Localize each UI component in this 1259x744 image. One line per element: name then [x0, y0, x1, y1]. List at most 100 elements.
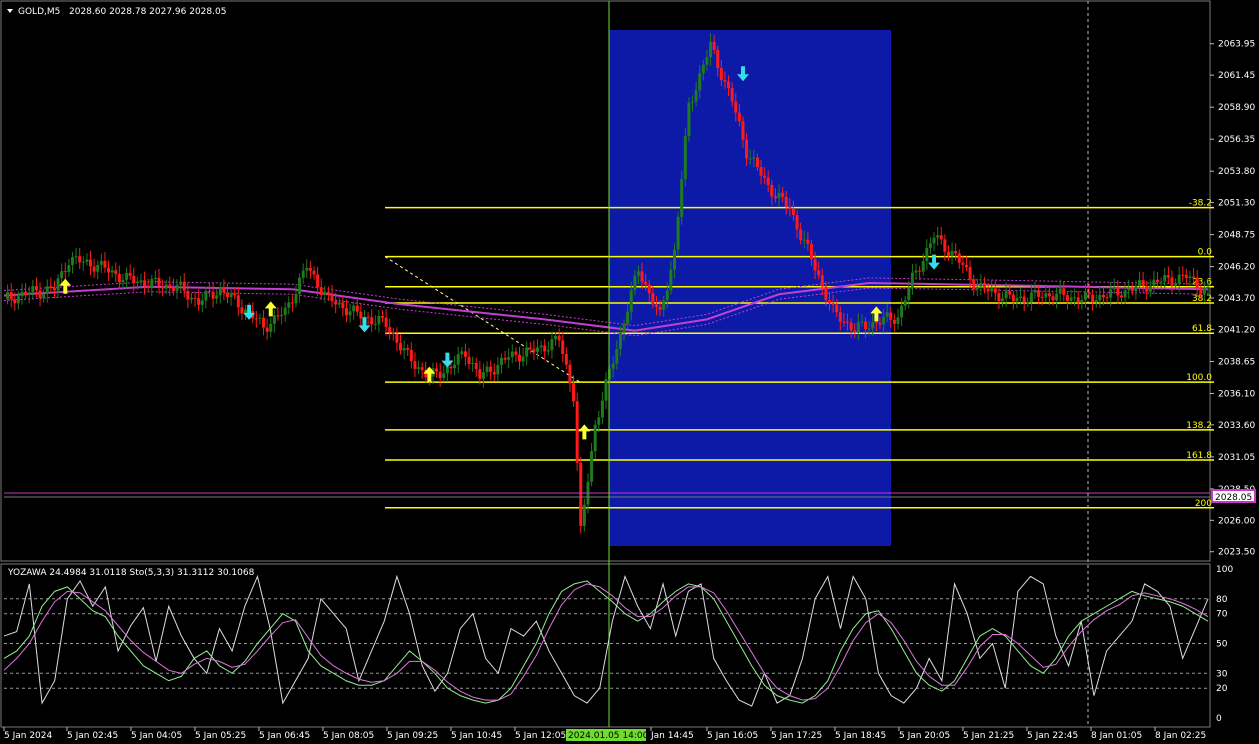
candle-body — [730, 87, 734, 102]
candle-body — [1202, 287, 1206, 294]
chart-menu-icon[interactable] — [7, 9, 13, 13]
candle-body — [1001, 298, 1005, 302]
candle-body — [377, 316, 381, 324]
candle-body — [481, 372, 485, 379]
candle-body — [1127, 288, 1131, 291]
candle-body — [89, 259, 93, 267]
candle-body — [24, 291, 28, 295]
price-axis-label: 2026.00 — [1218, 516, 1255, 526]
fib-level-label: 0.0 — [1198, 248, 1213, 258]
candle-body — [34, 286, 38, 291]
candle-body — [453, 364, 457, 369]
trading-chart[interactable]: -38.20.023.638.261.8100.0138.2161.8200 G… — [0, 0, 1259, 744]
candle-body — [38, 290, 42, 298]
candle-body — [946, 251, 950, 256]
candle-body — [1109, 289, 1113, 298]
indicator-axis-label: 100 — [1216, 565, 1233, 575]
candle-body — [983, 282, 987, 289]
candle-body — [449, 366, 453, 369]
candle-body — [1184, 274, 1188, 278]
candle-body — [197, 298, 201, 305]
candle-body — [99, 260, 103, 265]
candle-body — [669, 269, 673, 291]
time-axis[interactable]: 5 Jan 2024 5 Jan 02:45 5 Jan 04:05 5 Jan 05… — [3, 727, 1206, 741]
candle-body — [409, 349, 413, 362]
candle-body — [9, 292, 13, 300]
candle-body — [359, 311, 363, 319]
candle-body — [13, 299, 17, 304]
indicator-axis-label: 50 — [1216, 640, 1228, 650]
time-axis-label: 5 Jan 09:25 — [387, 731, 438, 741]
candle-body — [550, 339, 554, 351]
sell-arrow-icon — [441, 352, 454, 368]
candle-body — [910, 272, 914, 288]
candle-body — [45, 286, 49, 294]
candle-body — [701, 64, 705, 74]
price-axis-label: 2053.80 — [1218, 167, 1255, 177]
price-axis[interactable]: 2063.95 2061.45 2058.90 2056.35 2053.80 2051.… — [1210, 40, 1255, 558]
candle-body — [1206, 286, 1210, 288]
candle-body — [694, 90, 698, 102]
candle-body — [557, 335, 561, 341]
candle-body — [110, 270, 114, 273]
candle-body — [864, 321, 868, 330]
candle-body — [132, 275, 136, 284]
candle-body — [305, 267, 309, 271]
candle-body — [907, 287, 911, 301]
candle-body — [417, 367, 421, 369]
candle-body — [272, 315, 276, 324]
time-axis-label: 5 Jan 02:45 — [67, 731, 118, 741]
candle-body — [644, 281, 648, 285]
time-axis-label: 5 Jan 16:05 — [707, 731, 758, 741]
price-axis-label: 2051.30 — [1218, 199, 1255, 209]
price-axis-label: 2041.20 — [1218, 325, 1255, 335]
candle-body — [1188, 276, 1192, 278]
candle-body — [381, 316, 385, 318]
candle-body — [1163, 275, 1167, 282]
candle-body — [809, 244, 813, 260]
candle-body — [860, 321, 864, 323]
indicator-lines — [3, 574, 1209, 707]
indicator-plot-area[interactable] — [0, 563, 1211, 728]
buy-arrow-icon — [578, 424, 591, 440]
candle-body — [882, 316, 886, 325]
chart-header: GOLD,M5 2028.60 2028.78 2027.96 2028.05 — [7, 7, 226, 17]
candle-body — [81, 261, 85, 263]
candle-body — [997, 292, 1001, 302]
time-axis-label: 8 Jan 02:25 — [1155, 731, 1206, 741]
candle-body — [517, 354, 521, 362]
candle-body — [680, 179, 684, 217]
candle-body — [788, 206, 792, 209]
candle-body — [1044, 293, 1048, 298]
candle-body — [1138, 280, 1142, 286]
candle-body — [672, 249, 676, 270]
candle-body — [240, 307, 244, 314]
candle-body — [435, 368, 439, 372]
candle-body — [1019, 296, 1023, 299]
candle-body — [1152, 279, 1156, 286]
candle-body — [1008, 291, 1012, 295]
candle-body — [308, 267, 312, 271]
candle-body — [564, 354, 568, 365]
candle-body — [189, 297, 193, 300]
candle-body — [846, 321, 850, 323]
time-axis-label: 5 Jan 05:25 — [195, 731, 246, 741]
candle-body — [298, 277, 302, 294]
candle-body — [42, 293, 46, 298]
candle-body — [755, 157, 759, 168]
candle-body — [218, 287, 222, 296]
candle-body — [885, 312, 889, 317]
candle-body — [896, 317, 900, 324]
candle-body — [319, 287, 323, 295]
candle-body — [164, 284, 168, 289]
candle-body — [1073, 297, 1077, 299]
candle-body — [1004, 291, 1008, 299]
candle-body — [316, 274, 320, 288]
candle-body — [265, 327, 269, 332]
candle-body — [1101, 294, 1105, 298]
candle-body — [78, 256, 82, 263]
candle-body — [975, 286, 979, 290]
candle-body — [957, 253, 961, 263]
candle-body — [1105, 297, 1109, 299]
candle-body — [280, 315, 284, 317]
